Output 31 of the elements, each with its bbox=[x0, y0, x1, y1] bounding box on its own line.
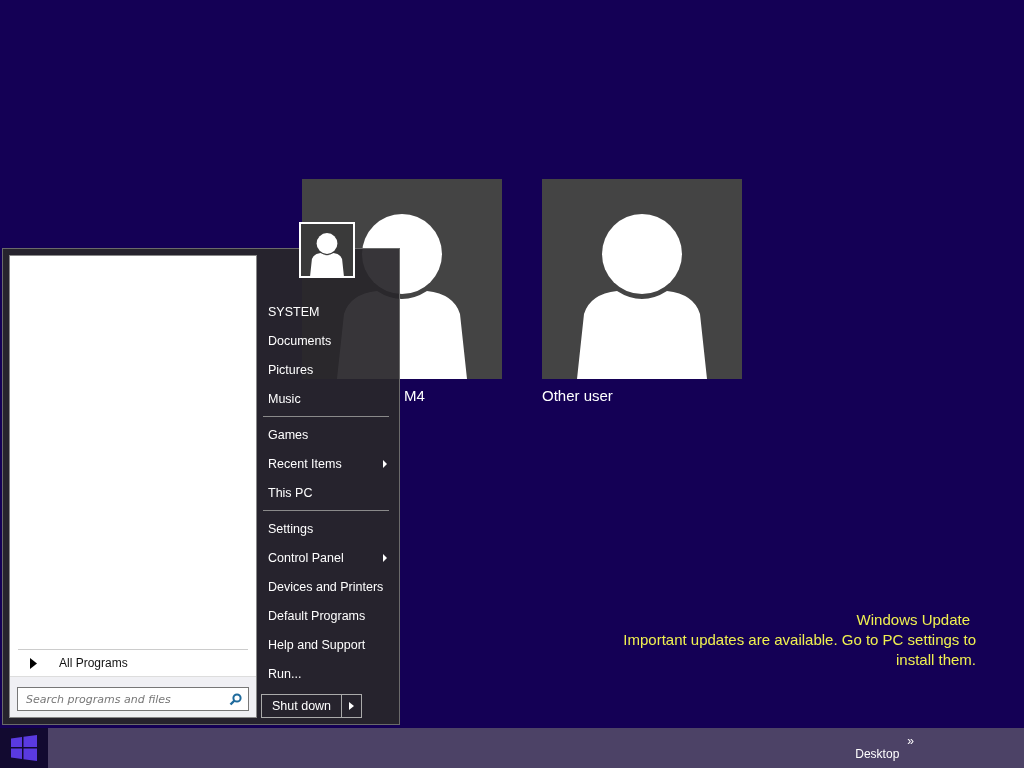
menu-item[interactable]: Settings bbox=[261, 514, 393, 543]
user-name: Other user bbox=[542, 387, 614, 404]
menu-item[interactable]: Control Panel bbox=[261, 543, 393, 572]
menu-item[interactable]: Run... bbox=[261, 659, 393, 688]
notification-title: Windows Update bbox=[855, 610, 971, 630]
shut-down-button[interactable]: Shut down bbox=[261, 694, 343, 718]
shut-down-options-button[interactable] bbox=[342, 694, 363, 718]
menu-item[interactable]: Default Programs bbox=[261, 601, 393, 630]
triangle-icon bbox=[349, 702, 355, 710]
start-button[interactable] bbox=[0, 728, 48, 768]
menu-item[interactable]: Documents bbox=[261, 326, 393, 355]
menu-item[interactable]: Music bbox=[261, 384, 393, 413]
chevron-button[interactable]: » bbox=[907, 735, 914, 747]
menu-item[interactable]: Pictures bbox=[261, 355, 393, 384]
menu-item[interactable]: Games bbox=[261, 420, 393, 449]
menu-item[interactable]: Devices and Printers bbox=[261, 572, 393, 601]
menu-item[interactable]: Recent Items bbox=[261, 449, 393, 478]
user-name: M4 bbox=[403, 387, 426, 404]
user-picture[interactable] bbox=[299, 222, 355, 278]
user-tile[interactable] bbox=[542, 179, 742, 379]
menu-item[interactable]: SYSTEM bbox=[261, 297, 393, 326]
search-field[interactable]: Search programs and files bbox=[17, 687, 249, 711]
menu-item[interactable]: Help and Support bbox=[261, 630, 393, 659]
submenu-arrow-icon bbox=[383, 459, 387, 468]
menu-item[interactable]: This PC bbox=[261, 478, 393, 507]
toolbar-label: Desktop bbox=[855, 747, 900, 761]
search-icon bbox=[229, 692, 242, 706]
windows-logo-icon bbox=[11, 735, 37, 761]
triangle-icon bbox=[30, 657, 37, 669]
submenu-arrow-icon bbox=[383, 553, 387, 562]
notification-message: Important updates are available. Go to PC settings to install them. bbox=[622, 630, 976, 670]
